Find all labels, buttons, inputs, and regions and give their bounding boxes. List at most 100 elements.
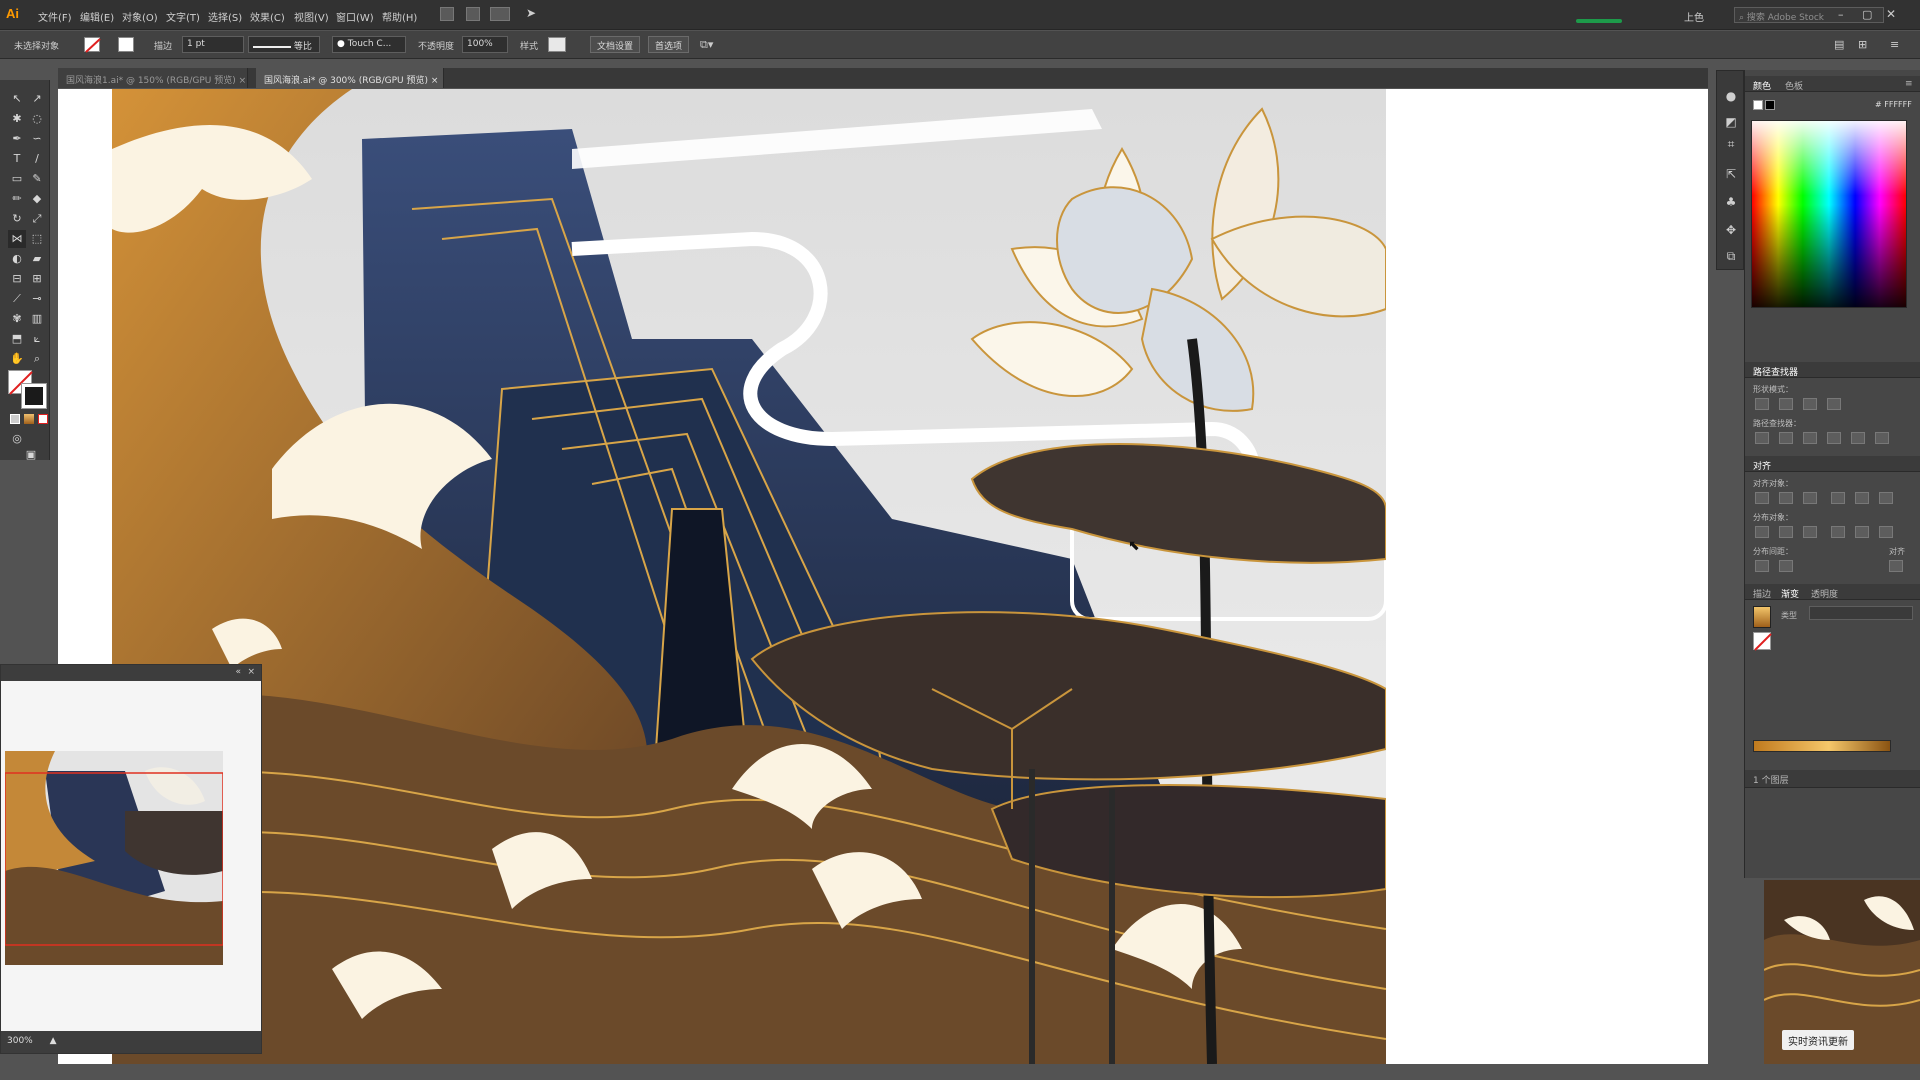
tab-transparency[interactable]: 透明度: [1811, 587, 1838, 600]
stroke-proxy[interactable]: [1765, 100, 1775, 110]
paintbrush-tool-icon[interactable]: ✎: [28, 170, 46, 188]
lasso-tool-icon[interactable]: ◌: [28, 110, 46, 128]
graphic-style-swatch[interactable]: [548, 37, 566, 52]
align-panel-icon[interactable]: ▤: [1834, 38, 1844, 51]
menu-file[interactable]: 文件(F): [38, 9, 72, 24]
exclude-button[interactable]: [1827, 398, 1841, 410]
symbols-icon[interactable]: ♣: [1723, 195, 1739, 211]
shape-builder-tool-icon[interactable]: ◐: [8, 250, 26, 268]
panel-menu-icon[interactable]: ≡: [1890, 38, 1899, 51]
fill-proxy[interactable]: [1753, 100, 1763, 110]
tab-pathfinder[interactable]: 路径查找器: [1753, 365, 1798, 378]
navigator-zoom-input[interactable]: 300%: [7, 1036, 33, 1046]
align-left-button[interactable]: [1755, 492, 1769, 504]
menu-type[interactable]: 文字(T): [166, 9, 200, 24]
column-graph-tool-icon[interactable]: ▥: [28, 310, 46, 328]
screen-mode-icon[interactable]: ▣: [22, 446, 40, 464]
gradient-thumbnail[interactable]: [1753, 606, 1771, 628]
distribute-hcenter-button[interactable]: [1855, 526, 1869, 538]
free-transform-tool-icon[interactable]: ⬚: [28, 230, 46, 248]
close-icon[interactable]: ✕: [1886, 7, 1896, 21]
document-setup-button[interactable]: 文档设置: [590, 36, 641, 53]
navigator-header[interactable]: « ×: [1, 665, 261, 681]
tab-color[interactable]: 颜色: [1753, 79, 1771, 92]
gradient-slider[interactable]: [1753, 740, 1891, 752]
hex-value[interactable]: # FFFFFF: [1875, 100, 1912, 109]
magic-wand-tool-icon[interactable]: ✱: [8, 110, 26, 128]
distribute-left-button[interactable]: [1831, 526, 1845, 538]
menu-effect[interactable]: 效果(C): [250, 9, 285, 24]
stroke-color-swatch[interactable]: [21, 383, 47, 409]
align-vcenter-button[interactable]: [1855, 492, 1869, 504]
align-top-button[interactable]: [1831, 492, 1845, 504]
tab-swatches[interactable]: 色板: [1785, 79, 1803, 92]
unite-button[interactable]: [1755, 398, 1769, 410]
stroke-swatch[interactable]: [118, 37, 134, 52]
merge-button[interactable]: [1803, 432, 1817, 444]
artboard-artwork[interactable]: [112, 89, 1386, 1064]
distribute-bottom-button[interactable]: [1803, 526, 1817, 538]
divide-button[interactable]: [1755, 432, 1769, 444]
zoom-slider-icon[interactable]: ▲: [50, 1036, 57, 1046]
graphic-styles-icon[interactable]: ◩: [1723, 115, 1739, 131]
distribute-vcenter-button[interactable]: [1779, 526, 1793, 538]
close-icon[interactable]: ×: [247, 667, 255, 677]
align-bottom-button[interactable]: [1879, 492, 1893, 504]
distribute-top-button[interactable]: [1755, 526, 1769, 538]
stroke-weight-input[interactable]: 1 pt: [182, 36, 244, 53]
mesh-tool-icon[interactable]: ⊞: [28, 270, 46, 288]
align-right-button[interactable]: [1803, 492, 1817, 504]
color-mode-icon[interactable]: [10, 414, 20, 424]
transform-icon[interactable]: ⊞: [1858, 38, 1867, 51]
tab-document-1[interactable]: 国风海浪1.ai* @ 150% (RGB/GPU 预览) ×: [58, 68, 248, 88]
opacity-label[interactable]: 不透明度: [418, 39, 454, 52]
align-to-selection-button[interactable]: [1889, 560, 1903, 572]
intersect-button[interactable]: [1803, 398, 1817, 410]
distribute-v-space-button[interactable]: [1755, 560, 1769, 572]
appearance-icon[interactable]: ●: [1723, 89, 1739, 105]
slice-tool-icon[interactable]: ⟀: [28, 330, 46, 348]
opacity-input[interactable]: 100%: [462, 36, 508, 53]
menu-help[interactable]: 帮助(H): [382, 9, 417, 24]
symbol-sprayer-tool-icon[interactable]: ✾: [8, 310, 26, 328]
artboard-tool-icon[interactable]: ⬒: [8, 330, 26, 348]
eyedropper-tool-icon[interactable]: ⟋: [8, 290, 26, 308]
blend-tool-icon[interactable]: ⊸: [28, 290, 46, 308]
hand-tool-icon[interactable]: ✋: [8, 350, 26, 368]
trim-button[interactable]: [1779, 432, 1793, 444]
distribute-h-space-button[interactable]: [1779, 560, 1793, 572]
arrange-icon[interactable]: ⧉▾: [700, 38, 713, 52]
menu-view[interactable]: 视图(V): [294, 9, 329, 24]
distribute-right-button[interactable]: [1879, 526, 1893, 538]
bridge-icon[interactable]: [440, 7, 454, 21]
brushes-icon[interactable]: ✥: [1723, 223, 1739, 239]
tab-align[interactable]: 对齐: [1753, 459, 1771, 472]
gradient-fill-stroke-icon[interactable]: [1753, 632, 1772, 651]
gradient-type-select[interactable]: [1809, 606, 1913, 620]
minus-front-button[interactable]: [1779, 398, 1793, 410]
align-hcenter-button[interactable]: [1779, 492, 1793, 504]
pen-tool-icon[interactable]: ✒: [8, 130, 26, 148]
variable-width-profile[interactable]: 等比: [248, 36, 320, 53]
collapse-icon[interactable]: «: [235, 667, 241, 677]
tab-gradient[interactable]: 渐变: [1781, 587, 1799, 600]
eraser-tool-icon[interactable]: ◆: [28, 190, 46, 208]
live-paint-tool-icon[interactable]: ▰: [28, 250, 46, 268]
export-icon[interactable]: ⇱: [1723, 167, 1739, 183]
transform-icon[interactable]: ⌗: [1723, 137, 1739, 153]
crop-button[interactable]: [1827, 432, 1841, 444]
maximize-icon[interactable]: ▢: [1862, 8, 1872, 21]
type-tool-icon[interactable]: T: [8, 150, 26, 168]
none-mode-icon[interactable]: [38, 414, 48, 424]
pencil-tool-icon[interactable]: ✏: [8, 190, 26, 208]
minus-back-button[interactable]: [1875, 432, 1889, 444]
stroke-label[interactable]: 描边: [154, 39, 172, 52]
stock-icon[interactable]: [466, 7, 480, 21]
direct-selection-tool-icon[interactable]: ↗: [28, 90, 46, 108]
preferences-button[interactable]: 首选项: [648, 36, 690, 53]
perspective-grid-tool-icon[interactable]: ⊟: [8, 270, 26, 288]
gradient-mode-icon[interactable]: [24, 414, 34, 424]
send-icon[interactable]: ➤: [526, 6, 536, 20]
scale-tool-icon[interactable]: ⤢: [28, 210, 46, 228]
tab-stroke[interactable]: 描边: [1753, 587, 1771, 600]
